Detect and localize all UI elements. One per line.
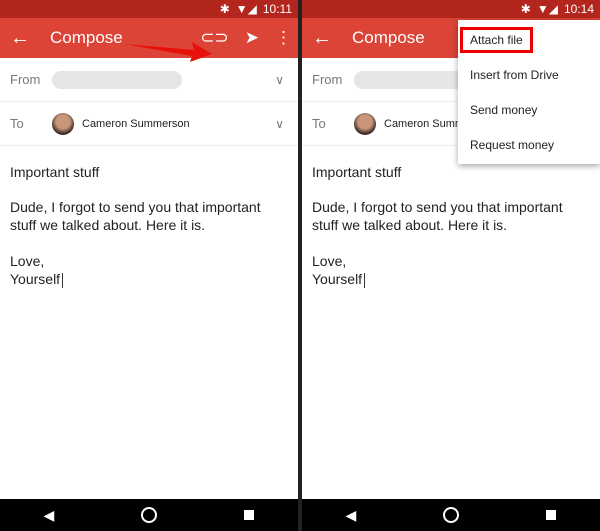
- nav-home-icon[interactable]: [443, 507, 460, 523]
- avatar: [52, 112, 74, 135]
- nav-bar: ◀: [302, 499, 600, 531]
- back-arrow-icon[interactable]: ←: [0, 27, 40, 50]
- clock: 10:14: [563, 2, 594, 16]
- recipient-chip[interactable]: Cameron Summerson: [82, 118, 190, 130]
- menu-item-attach-file[interactable]: Attach file: [458, 22, 600, 57]
- nav-bar: ◀: [0, 499, 298, 531]
- subject-field[interactable]: Important stuff: [0, 146, 298, 180]
- menu-item-request-money[interactable]: Request money: [458, 127, 600, 162]
- body-text: Dude, I forgot to send you that importan…: [312, 199, 563, 233]
- wifi-icon: ▼◢: [536, 2, 558, 16]
- chevron-down-icon[interactable]: ∨: [275, 73, 284, 87]
- more-vert-icon[interactable]: ⋮: [275, 28, 292, 48]
- wifi-icon: ▼◢: [235, 2, 257, 16]
- body-field[interactable]: Dude, I forgot to send you that importan…: [302, 180, 600, 288]
- paperclip-icon[interactable]: ⊂⊃: [200, 28, 229, 48]
- body-text: Dude, I forgot to send you that importan…: [10, 199, 261, 233]
- menu-item-insert-from-drive[interactable]: Insert from Drive: [458, 57, 600, 92]
- body-field[interactable]: Dude, I forgot to send you that importan…: [0, 180, 298, 288]
- menu-item-label: Send money: [470, 102, 538, 117]
- from-label: From: [10, 72, 41, 87]
- toolbar: ← Compose ⊂⊃ ➤ ⋮: [0, 18, 298, 62]
- body-signature: Yourself: [312, 271, 363, 287]
- chevron-down-icon[interactable]: ∨: [275, 117, 284, 131]
- nav-recents-icon[interactable]: [244, 510, 255, 520]
- body-signature: Yourself: [10, 271, 61, 287]
- from-label: From: [312, 72, 343, 87]
- body-closing: Love,: [10, 253, 45, 269]
- body-closing: Love,: [312, 253, 347, 269]
- nav-back-icon[interactable]: ◀: [44, 507, 55, 524]
- status-bar: ✱ ▼◢ 10:11: [0, 0, 298, 18]
- page-title: Compose: [50, 28, 123, 47]
- nav-back-icon[interactable]: ◀: [346, 507, 357, 524]
- text-cursor: [364, 272, 366, 288]
- bluetooth-icon: ✱: [219, 2, 230, 16]
- status-bar: ✱ ▼◢ 10:14: [302, 0, 600, 18]
- phone-right: ✱ ▼◢ 10:14 ← Compose From To Cameron Summ I…: [302, 0, 600, 531]
- menu-item-label: Insert from Drive: [470, 67, 559, 82]
- to-label: To: [312, 116, 326, 131]
- nav-home-icon[interactable]: [141, 507, 158, 523]
- back-arrow-icon[interactable]: ←: [302, 27, 342, 50]
- to-row[interactable]: To Cameron Summerson ∨: [0, 102, 298, 146]
- menu-item-label: Attach file: [460, 26, 533, 53]
- send-icon[interactable]: ➤: [245, 28, 259, 48]
- overflow-menu: Attach file Insert from Drive Send money…: [458, 20, 600, 164]
- to-label: To: [10, 116, 24, 131]
- recipient-chip[interactable]: Cameron Summ: [384, 118, 464, 130]
- bluetooth-icon: ✱: [520, 2, 531, 16]
- phone-left: ✱ ▼◢ 10:11 ← Compose ⊂⊃ ➤ ⋮ From ∨ To Camero…: [0, 0, 298, 531]
- page-title: Compose: [352, 28, 425, 47]
- from-row[interactable]: From ∨: [0, 58, 298, 102]
- clock: 10:11: [262, 2, 292, 16]
- avatar: [354, 112, 376, 135]
- nav-recents-icon[interactable]: [546, 510, 557, 520]
- text-cursor: [62, 272, 64, 288]
- menu-item-send-money[interactable]: Send money: [458, 92, 600, 127]
- menu-item-label: Request money: [470, 137, 555, 152]
- from-address-redacted: [52, 70, 182, 89]
